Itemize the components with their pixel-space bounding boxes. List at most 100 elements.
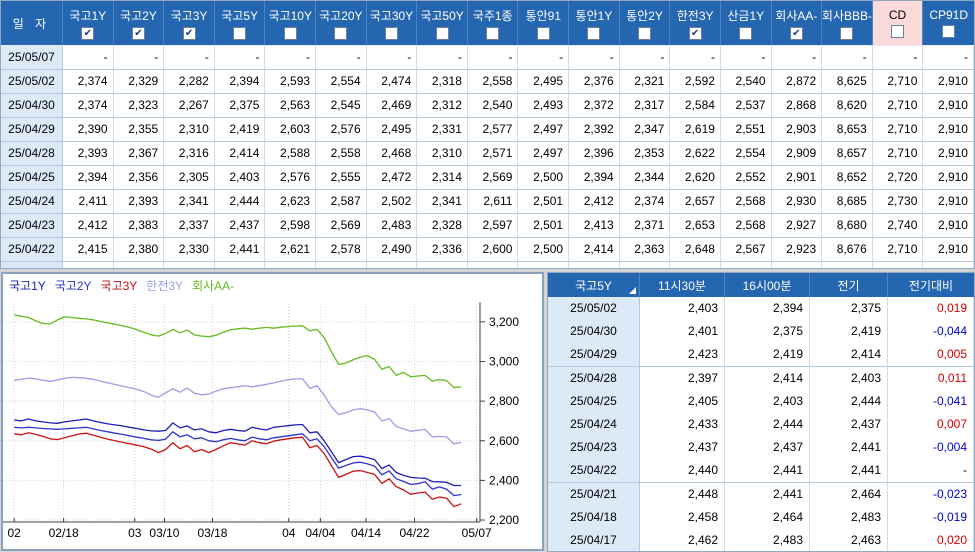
column-checkbox[interactable] <box>587 26 601 40</box>
value-cell[interactable]: 2,419 <box>725 343 810 368</box>
value-cell[interactable]: 2,374 <box>63 70 114 94</box>
value-cell[interactable]: 2,321 <box>619 70 671 94</box>
value-cell[interactable]: 2,403 <box>725 389 810 414</box>
value-cell[interactable]: 2,710 <box>872 70 924 94</box>
value-cell[interactable]: 2,437 <box>810 412 888 437</box>
value-cell[interactable]: 2,540 <box>720 70 772 94</box>
value-cell[interactable]: 2,371 <box>619 214 671 238</box>
change-cell[interactable]: 0,020 <box>888 528 974 551</box>
value-cell[interactable]: 2,394 <box>214 70 266 94</box>
change-cell[interactable]: - <box>888 459 974 484</box>
column-header[interactable]: CP91D <box>923 1 974 45</box>
value-cell[interactable]: 2,611 <box>467 190 519 214</box>
value-cell[interactable]: 2,401 <box>640 320 725 345</box>
date-cell[interactable]: 25/04/25 <box>1 166 63 190</box>
value-cell[interactable]: 2,563 <box>265 94 317 118</box>
column-header[interactable]: 국고10Y <box>265 1 317 45</box>
value-cell[interactable]: - <box>63 46 114 70</box>
value-cell[interactable]: 2,347 <box>619 118 671 142</box>
change-cell[interactable]: -0,004 <box>888 436 974 461</box>
value-cell[interactable]: 2,375 <box>725 320 810 345</box>
quote-header-col[interactable]: 16시00분 <box>725 273 810 297</box>
value-cell[interactable]: - <box>569 46 620 70</box>
value-cell[interactable]: 2,419 <box>810 320 888 345</box>
value-cell[interactable]: 8,653 <box>822 118 873 142</box>
column-checkbox[interactable] <box>283 26 297 40</box>
value-cell[interactable]: 2,567 <box>720 238 772 262</box>
change-cell[interactable]: 0,007 <box>888 412 974 437</box>
value-cell[interactable]: 2,910 <box>923 214 974 238</box>
date-cell[interactable]: 25/04/23 <box>548 436 640 461</box>
value-cell[interactable]: 2,458 <box>640 505 725 530</box>
change-cell[interactable]: 0,019 <box>888 297 974 321</box>
value-cell[interactable]: 2,463 <box>810 528 888 551</box>
value-cell[interactable]: 2,337 <box>164 214 215 238</box>
column-checkbox[interactable] <box>486 26 500 40</box>
value-cell[interactable]: 2,551 <box>720 118 772 142</box>
value-cell[interactable]: 2,440 <box>640 459 725 484</box>
value-cell[interactable]: 2,495 <box>518 70 570 94</box>
value-cell[interactable]: 2,474 <box>366 70 418 94</box>
value-cell[interactable]: 2,910 <box>923 94 974 118</box>
value-cell[interactable]: 2,396 <box>569 142 620 166</box>
value-cell[interactable]: 2,380 <box>113 238 165 262</box>
value-cell[interactable]: 8,685 <box>822 190 873 214</box>
value-cell[interactable]: 2,500 <box>518 238 570 262</box>
value-cell[interactable]: 2,623 <box>265 190 317 214</box>
value-cell[interactable]: 2,501 <box>518 214 570 238</box>
value-cell[interactable]: 2,909 <box>771 142 823 166</box>
change-cell[interactable]: -0,019 <box>888 505 974 530</box>
value-cell[interactable]: 2,910 <box>923 142 974 166</box>
value-cell[interactable]: 2,310 <box>164 118 215 142</box>
value-cell[interactable]: 2,468 <box>366 142 418 166</box>
value-cell[interactable]: 2,493 <box>518 94 570 118</box>
value-cell[interactable]: 2,412 <box>569 190 620 214</box>
value-cell[interactable]: 2,597 <box>467 214 519 238</box>
value-cell[interactable]: 2,444 <box>810 389 888 414</box>
value-cell[interactable]: 2,375 <box>214 94 266 118</box>
value-cell[interactable]: - <box>822 46 873 70</box>
value-cell[interactable]: 2,356 <box>113 166 165 190</box>
change-cell[interactable]: -0,044 <box>888 320 974 345</box>
date-cell[interactable]: 25/04/22 <box>1 238 63 262</box>
column-checkbox[interactable] <box>638 26 652 40</box>
column-checkbox[interactable] <box>891 25 905 38</box>
value-cell[interactable]: 2,500 <box>518 166 570 190</box>
value-cell[interactable]: 2,710 <box>872 238 924 262</box>
column-checkbox[interactable] <box>840 26 854 40</box>
value-cell[interactable]: 2,540 <box>467 94 519 118</box>
value-cell[interactable]: 2,305 <box>164 166 215 190</box>
value-cell[interactable]: 2,383 <box>113 214 165 238</box>
value-cell[interactable]: 2,393 <box>113 190 165 214</box>
value-cell[interactable]: 2,433 <box>640 412 725 437</box>
value-cell[interactable]: 2,437 <box>214 214 266 238</box>
date-cell[interactable]: 25/05/02 <box>548 297 640 321</box>
value-cell[interactable]: 2,330 <box>164 238 215 262</box>
value-cell[interactable]: 2,653 <box>670 214 721 238</box>
value-cell[interactable]: 2,464 <box>810 482 888 507</box>
value-cell[interactable]: 2,403 <box>810 366 888 391</box>
value-cell[interactable]: 2,336 <box>417 238 468 262</box>
column-header[interactable]: 국주1종 <box>468 1 519 45</box>
column-checkbox[interactable] <box>942 25 956 38</box>
value-cell[interactable]: 2,413 <box>569 214 620 238</box>
quote-header-col[interactable]: 전기 <box>810 273 888 297</box>
value-cell[interactable]: 2,648 <box>670 238 721 262</box>
date-column-header[interactable]: 일 자 <box>1 1 63 45</box>
value-cell[interactable]: 2,415 <box>63 238 114 262</box>
value-cell[interactable]: 2,331 <box>417 118 468 142</box>
value-cell[interactable]: 2,394 <box>569 166 620 190</box>
value-cell[interactable]: - <box>670 46 721 70</box>
value-cell[interactable]: 2,603 <box>265 118 317 142</box>
column-header[interactable]: 회사BBB- <box>822 1 873 45</box>
value-cell[interactable]: 8,625 <box>822 70 873 94</box>
value-cell[interactable]: 2,316 <box>164 142 215 166</box>
date-cell[interactable]: 25/04/25 <box>548 389 640 414</box>
value-cell[interactable]: 2,317 <box>619 94 671 118</box>
value-cell[interactable]: 2,282 <box>164 70 215 94</box>
value-cell[interactable]: 2,910 <box>923 190 974 214</box>
value-cell[interactable]: 2,910 <box>923 166 974 190</box>
value-cell[interactable]: 2,584 <box>670 94 721 118</box>
value-cell[interactable]: - <box>366 46 418 70</box>
value-cell[interactable]: 2,376 <box>569 70 620 94</box>
